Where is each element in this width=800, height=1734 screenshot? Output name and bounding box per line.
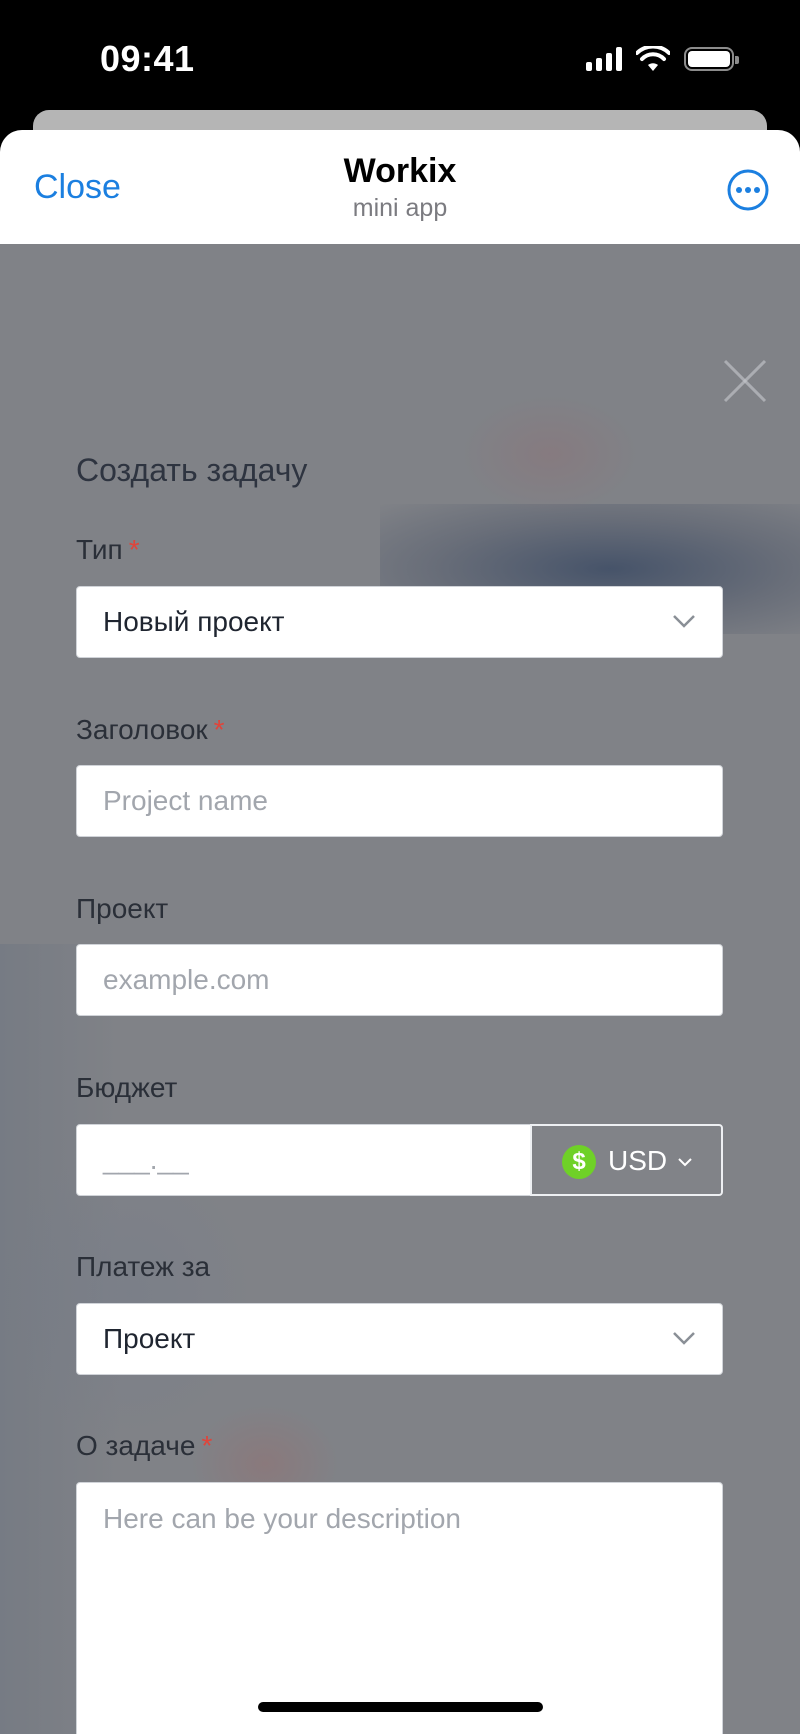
chevron-down-icon (673, 615, 695, 628)
status-icons (586, 44, 739, 74)
project-label: Проект (76, 893, 169, 924)
form-overlay: Создать задачу Тип * Новый проект Заголов… (0, 244, 800, 1734)
type-select-value: Новый проект (103, 606, 285, 637)
chevron-down-icon (673, 1332, 695, 1345)
required-mark: * (201, 1430, 213, 1461)
about-label: О задаче * (76, 1430, 213, 1461)
description-textarea[interactable]: Here can be your description (76, 1482, 723, 1734)
battery-icon (684, 47, 739, 71)
cellular-signal-icon (586, 47, 622, 71)
heading-label: Заголовок * (76, 714, 225, 745)
project-input[interactable]: example.com (76, 944, 723, 1016)
heading-input[interactable]: Project name (76, 765, 723, 837)
app-subtitle: mini app (352, 194, 448, 222)
status-time: 09:41 (100, 38, 195, 79)
project-placeholder: example.com (103, 964, 270, 995)
close-icon[interactable] (720, 356, 770, 406)
required-mark: * (128, 534, 140, 565)
heading-placeholder: Project name (103, 785, 268, 816)
description-placeholder: Here can be your description (103, 1503, 461, 1534)
app-title: Workix (343, 152, 457, 190)
type-label: Тип * (76, 534, 140, 565)
status-bar: 09:41 (0, 0, 800, 110)
type-select[interactable]: Новый проект (76, 586, 723, 658)
form-title: Создать задачу (76, 452, 308, 488)
chevron-down-icon (678, 1158, 692, 1167)
payment-label: Платеж за (76, 1251, 211, 1282)
wifi-icon (636, 46, 670, 71)
required-mark: * (213, 714, 225, 745)
budget-placeholder: ___.__ (103, 1144, 189, 1175)
budget-label: Бюджет (76, 1072, 178, 1103)
budget-input[interactable]: ___.__ (76, 1124, 531, 1196)
currency-value: USD (608, 1145, 668, 1176)
home-indicator (258, 1702, 543, 1712)
more-options-icon[interactable] (726, 168, 770, 212)
payment-select-value: Проект (103, 1323, 196, 1354)
currency-select[interactable]: $ USD (530, 1124, 723, 1196)
payment-select[interactable]: Проект (76, 1303, 723, 1375)
mini-app-header: Close Workix mini app (0, 130, 800, 244)
dollar-icon: $ (562, 1145, 596, 1179)
